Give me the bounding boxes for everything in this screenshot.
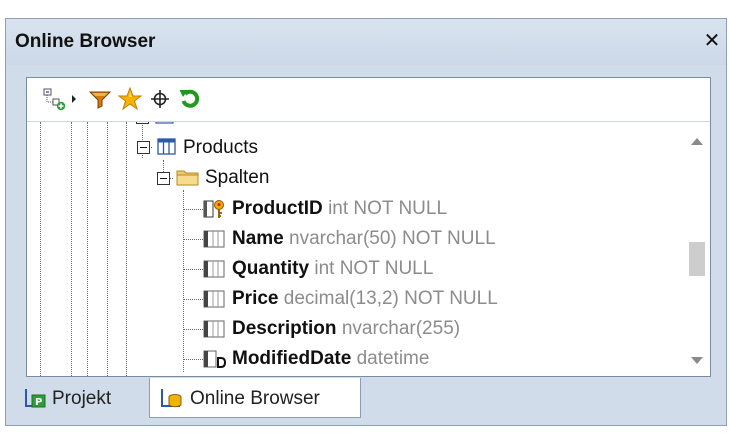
vertical-scrollbar[interactable] bbox=[684, 122, 710, 376]
column-name: Name bbox=[232, 228, 284, 249]
scroll-up-icon[interactable] bbox=[689, 134, 705, 148]
locate-crosshair-icon[interactable] bbox=[147, 86, 173, 112]
column-icon bbox=[203, 260, 225, 278]
column-name: Quantity bbox=[232, 258, 310, 279]
column-label: ModifiedDate datetime bbox=[232, 348, 429, 370]
svg-text:P: P bbox=[35, 397, 42, 408]
favorites-star-icon[interactable] bbox=[117, 86, 143, 112]
collapse-toggle[interactable] bbox=[157, 172, 170, 185]
online-browser-icon bbox=[161, 389, 182, 408]
default-column-icon bbox=[203, 350, 227, 368]
scrollbar-thumb[interactable] bbox=[689, 242, 705, 276]
tab-online-browser[interactable]: Online Browser bbox=[149, 378, 361, 418]
dropdown-arrow-icon[interactable] bbox=[67, 86, 81, 112]
column-label: Description nvarchar(255) bbox=[232, 318, 460, 340]
tree-connector bbox=[183, 209, 203, 210]
column-icon bbox=[203, 320, 225, 338]
column-type: datetime bbox=[356, 348, 430, 369]
column-label: Quantity int NOT NULL bbox=[232, 258, 433, 280]
column-icon bbox=[203, 290, 225, 308]
tree-label-spalten: Spalten bbox=[205, 167, 270, 188]
folder-icon bbox=[176, 170, 199, 186]
panel-title: Online Browser bbox=[15, 31, 156, 52]
column-name: ModifiedDate bbox=[232, 348, 352, 369]
column-label: Price decimal(13,2) NOT NULL bbox=[232, 288, 498, 310]
tree-row-column[interactable]: Quantity int NOT NULL bbox=[27, 254, 547, 284]
browser-content: Products Spalten ProductID int NOT NULL … bbox=[26, 77, 711, 377]
close-icon[interactable]: ✕ bbox=[700, 27, 724, 53]
column-label: ProductID int NOT NULL bbox=[232, 198, 447, 220]
tree-label-products: Products bbox=[183, 137, 258, 158]
column-icon bbox=[203, 230, 225, 248]
panel-titlebar: Online Browser ✕ bbox=[5, 18, 727, 66]
tree-connector bbox=[183, 329, 203, 330]
add-connection-icon[interactable] bbox=[41, 86, 67, 112]
refresh-icon[interactable] bbox=[177, 86, 203, 112]
column-name: Price bbox=[232, 288, 279, 309]
table-icon bbox=[157, 138, 176, 155]
panel-body: Products Spalten ProductID int NOT NULL … bbox=[5, 65, 727, 378]
collapse-toggle[interactable] bbox=[136, 122, 149, 124]
column-type: int NOT NULL bbox=[328, 198, 448, 219]
toolbar bbox=[27, 78, 710, 122]
collapse-toggle[interactable] bbox=[137, 141, 150, 154]
column-type: int NOT NULL bbox=[314, 258, 434, 279]
tree-row-partial bbox=[27, 122, 327, 132]
tab-projekt[interactable]: P Projekt bbox=[12, 378, 144, 418]
tree-connector bbox=[183, 239, 203, 240]
tree-row-column[interactable]: Price decimal(13,2) NOT NULL bbox=[27, 284, 547, 314]
tree-row-column[interactable]: ProductID int NOT NULL bbox=[27, 194, 547, 224]
online-browser-window: Online Browser ✕ Products Spalten Produc… bbox=[0, 0, 730, 434]
tree-connector bbox=[183, 359, 203, 360]
column-type: nvarchar(50) NOT NULL bbox=[289, 228, 496, 249]
tree-connector bbox=[183, 299, 203, 300]
panel-tabs: P Projekt Online Browser bbox=[5, 378, 727, 426]
column-type: nvarchar(255) bbox=[341, 318, 461, 339]
primary-key-column-icon bbox=[203, 200, 224, 218]
tree-row-column[interactable]: Description nvarchar(255) bbox=[27, 314, 547, 344]
tree-row-column[interactable]: Name nvarchar(50) NOT NULL bbox=[27, 224, 547, 254]
table-icon bbox=[155, 122, 174, 124]
tab-label: Projekt bbox=[52, 388, 112, 409]
column-type: decimal(13,2) NOT NULL bbox=[283, 288, 498, 309]
tree-row-column[interactable]: ModifiedDate datetime bbox=[27, 344, 547, 374]
column-name: Description bbox=[232, 318, 337, 339]
object-tree: Products Spalten ProductID int NOT NULL … bbox=[27, 122, 699, 376]
filter-icon[interactable] bbox=[87, 86, 113, 112]
project-icon: P bbox=[25, 389, 46, 408]
tree-row-spalten[interactable]: Spalten bbox=[27, 164, 427, 194]
column-label: Name nvarchar(50) NOT NULL bbox=[232, 228, 496, 250]
tree-connector bbox=[183, 269, 203, 270]
column-name: ProductID bbox=[232, 198, 323, 219]
tree-row-products[interactable]: Products bbox=[27, 134, 427, 164]
scroll-down-icon[interactable] bbox=[689, 354, 705, 368]
tab-label: Online Browser bbox=[190, 388, 320, 409]
